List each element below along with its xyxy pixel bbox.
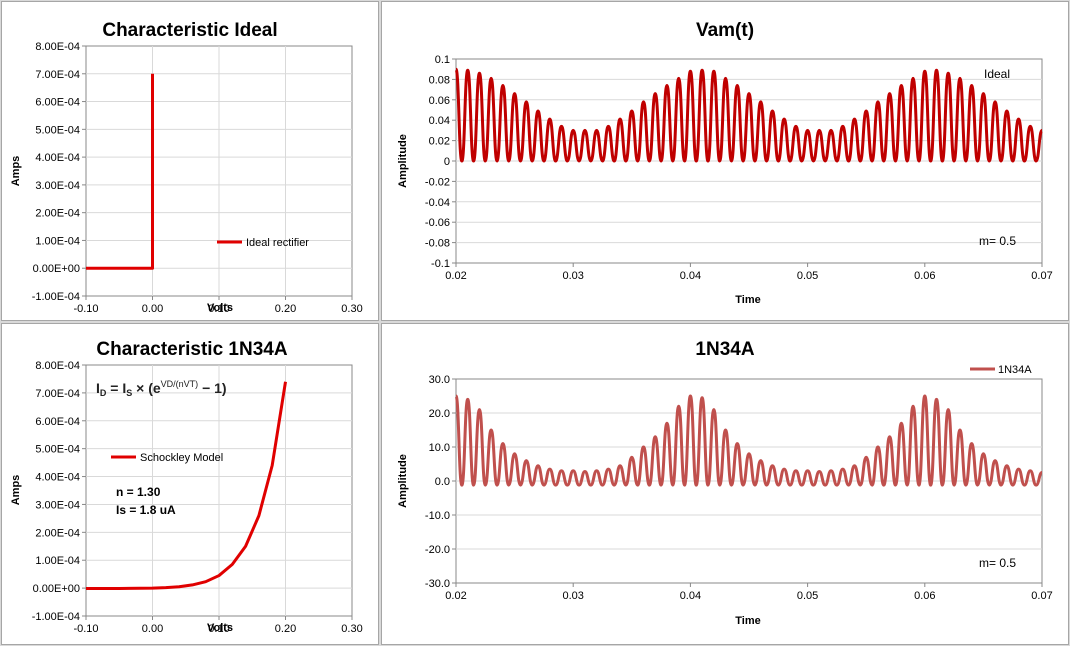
y-tick-label: -10.0 (425, 510, 450, 522)
vam-time-chart: Vam(t) -0.1 -0.08 -0.06 -0.04 -0.02 0 0.02 0.04… (397, 20, 1053, 306)
modulation-index-label: m= 0.5 (979, 556, 1016, 570)
y-tick-label: 0.08 (429, 74, 450, 86)
legend-label-ideal: Ideal (984, 67, 1010, 81)
y-tick-label: 20.0 (429, 408, 450, 420)
x-tick-label: 0.07 (1031, 270, 1052, 282)
x-tick-label: 0.20 (275, 303, 296, 315)
y-tick-label: 4.00E-04 (35, 152, 80, 164)
y-tick-label: 0 (444, 156, 450, 168)
y-tick-label: 10.0 (429, 442, 450, 454)
y-axis-label: Amps (10, 475, 22, 506)
y-tick-label: 0.00E+00 (33, 263, 80, 275)
x-tick-label: 0.05 (797, 590, 818, 602)
y-tick-label: 0.04 (429, 115, 450, 127)
1n34a-characteristic-chart: Characteristic 1N34A -1.00E-04 0.00E+00 1.… (10, 339, 363, 635)
x-tick-label: 0.06 (914, 270, 935, 282)
y-tick-label: 0.06 (429, 95, 450, 107)
y-tick-label: -0.06 (425, 217, 450, 229)
y-tick-label: -0.02 (425, 176, 450, 188)
modulation-index-label: m= 0.5 (979, 234, 1016, 248)
y-tick-label: 6.00E-04 (35, 416, 80, 428)
y-tick-label: 5.00E-04 (35, 124, 80, 136)
legend-label-1n34a: 1N34A (998, 364, 1032, 376)
y-tick-label: 1.00E-04 (35, 555, 80, 567)
y-tick-label: 2.00E-04 (35, 527, 80, 539)
x-tick-label: -0.10 (73, 303, 98, 315)
y-tick-label: -0.1 (431, 258, 450, 270)
y-tick-label: 1.00E-04 (35, 235, 80, 247)
y-tick-label: 0.02 (429, 136, 450, 148)
x-tick-label: 0.05 (797, 270, 818, 282)
chart-panel-ideal-characteristic: Characteristic Ideal -1.00E-04 0.00E+00 1.… (1, 1, 379, 321)
legend-label-schockley-model: Schockley Model (140, 452, 223, 464)
1n34a-time-chart: 1N34A -30.0 -20.0 -10.0 0.0 10.0 20.0 30.0 0.0… (397, 339, 1053, 627)
y-tick-label: 8.00E-04 (35, 360, 80, 372)
x-tick-label: 0.20 (275, 623, 296, 635)
x-axis-label: Time (735, 294, 760, 306)
y-tick-label: 4.00E-04 (35, 472, 80, 484)
x-tick-label: 0.04 (680, 590, 701, 602)
y-tick-label: 7.00E-04 (35, 388, 80, 400)
x-tick-label: 0.07 (1031, 590, 1052, 602)
y-tick-label: 3.00E-04 (35, 499, 80, 511)
chart-title: Characteristic 1N34A (96, 339, 287, 360)
y-axis-label: Amps (10, 156, 22, 187)
y-tick-label: 30.0 (429, 374, 450, 386)
x-tick-label: 0.04 (680, 270, 701, 282)
y-tick-label: 0.0 (435, 476, 450, 488)
legend-label-ideal-rectifier: Ideal rectifier (246, 237, 309, 249)
y-tick-label: -0.04 (425, 197, 450, 209)
y-tick-label: 0.1 (435, 54, 450, 66)
y-tick-label: 0.00E+00 (33, 583, 80, 595)
y-tick-label: 6.00E-04 (35, 97, 80, 109)
x-tick-label: -0.10 (73, 623, 98, 635)
y-tick-label: -0.08 (425, 238, 450, 250)
param-n-label: n = 1.30 (116, 485, 161, 499)
y-tick-label: 8.00E-04 (35, 41, 80, 53)
ideal-characteristic-chart: Characteristic Ideal -1.00E-04 0.00E+00 1.… (10, 20, 363, 315)
x-tick-label: 0.00 (142, 623, 163, 635)
x-tick-label: 0.02 (445, 270, 466, 282)
x-axis-label: Volts (207, 302, 233, 314)
y-axis-label: Amplitude (397, 454, 409, 508)
y-tick-label: -20.0 (425, 544, 450, 556)
chart-panel-vam: Vam(t) -0.1 -0.08 -0.06 -0.04 -0.02 0 0.02 0.04… (381, 1, 1069, 321)
y-tick-label: 5.00E-04 (35, 444, 80, 456)
chart-title: 1N34A (695, 339, 754, 360)
x-tick-label: 0.06 (914, 590, 935, 602)
y-tick-label: -30.0 (425, 578, 450, 590)
x-tick-label: 0.03 (562, 270, 583, 282)
chart-title: Vam(t) (696, 20, 754, 41)
x-tick-label: 0.03 (562, 590, 583, 602)
x-tick-label: 0.30 (341, 303, 362, 315)
x-tick-label: 0.30 (341, 623, 362, 635)
y-tick-label: 2.00E-04 (35, 208, 80, 220)
y-tick-label: 7.00E-04 (35, 69, 80, 81)
x-tick-label: 0.02 (445, 590, 466, 602)
x-axis-label: Time (735, 615, 760, 627)
y-tick-label: -1.00E-04 (32, 611, 80, 623)
chart-panel-1n34a: 1N34A -30.0 -20.0 -10.0 0.0 10.0 20.0 30.0 0.0… (381, 323, 1069, 645)
x-tick-label: 0.00 (142, 303, 163, 315)
x-axis-label: Volts (207, 622, 233, 634)
param-is-label: Is = 1.8 uA (116, 503, 176, 517)
y-axis-label: Amplitude (397, 134, 409, 188)
y-tick-label: -1.00E-04 (32, 291, 80, 303)
chart-panel-1n34a-characteristic: Characteristic 1N34A -1.00E-04 0.00E+00 1.… (1, 323, 379, 645)
y-tick-label: 3.00E-04 (35, 180, 80, 192)
legend: 1N34A (970, 364, 1032, 376)
chart-title: Characteristic Ideal (102, 20, 277, 41)
